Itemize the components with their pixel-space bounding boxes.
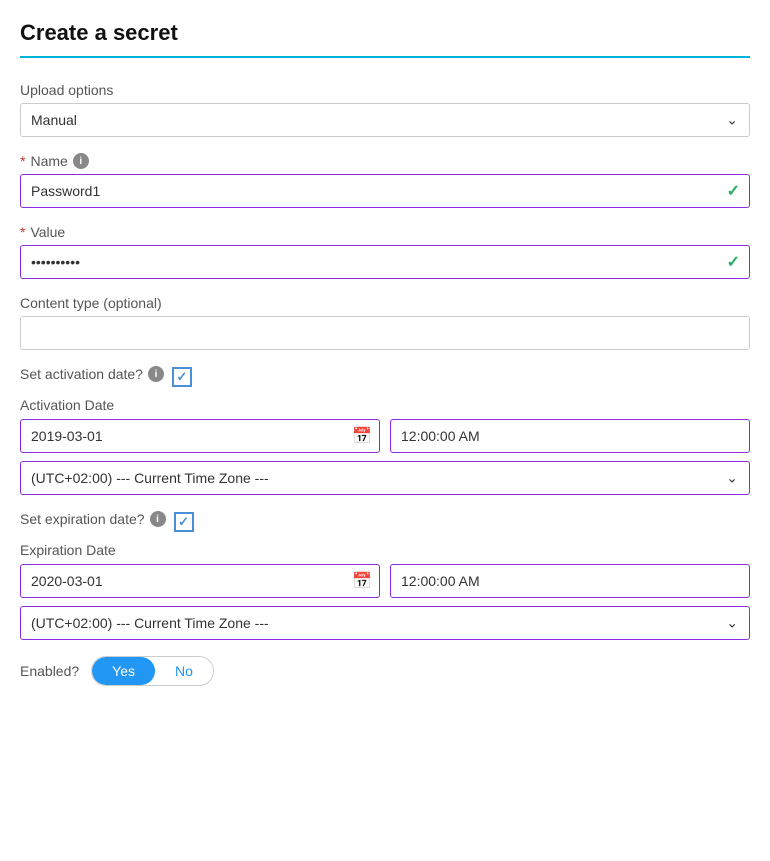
name-field-group: * Name i ✓ — [20, 153, 750, 208]
upload-options-select[interactable]: Manual Azure DevOps From file — [20, 103, 750, 137]
activation-section-label: Activation Date — [20, 397, 750, 413]
name-info-icon[interactable]: i — [73, 153, 89, 169]
value-field-label: * Value — [20, 224, 750, 240]
expiration-info-icon[interactable]: i — [150, 511, 166, 527]
enabled-label: Enabled? — [20, 663, 79, 679]
name-field-label: * Name i — [20, 153, 750, 169]
expiration-checkbox-label: Set expiration date? i — [20, 511, 166, 527]
value-label-text: Value — [30, 224, 65, 240]
expiration-timezone-select[interactable]: (UTC+02:00) --- Current Time Zone --- — [20, 606, 750, 640]
create-secret-form: Upload options Manual Azure DevOps From … — [20, 64, 750, 686]
expiration-date-input[interactable] — [20, 564, 380, 598]
name-label-text: Name — [30, 153, 67, 169]
activation-date-group: Set activation date? i Activation Date 📅… — [20, 366, 750, 495]
value-input[interactable] — [20, 245, 750, 279]
activation-time-input[interactable] — [390, 419, 750, 453]
expiration-timezone-wrapper: (UTC+02:00) --- Current Time Zone --- ⌄ — [20, 606, 750, 640]
value-valid-icon: ✓ — [727, 252, 740, 272]
expiration-section-label: Expiration Date — [20, 542, 750, 558]
enabled-row: Enabled? Yes No — [20, 656, 750, 686]
activation-date-row: 📅 — [20, 419, 750, 453]
value-required-star: * — [20, 224, 25, 240]
activation-date-checkbox[interactable] — [172, 367, 192, 387]
name-valid-icon: ✓ — [727, 181, 740, 201]
upload-options-select-wrapper: Manual Azure DevOps From file ⌄ — [20, 103, 750, 137]
expiration-date-checkbox[interactable] — [174, 512, 194, 532]
expiration-checkbox-row: Set expiration date? i — [20, 511, 750, 532]
expiration-label-text: Set expiration date? — [20, 511, 145, 527]
activation-timezone-select[interactable]: (UTC+02:00) --- Current Time Zone --- — [20, 461, 750, 495]
enabled-toggle-group: Yes No — [91, 656, 214, 686]
upload-options-label: Upload options — [20, 82, 750, 98]
expiration-date-input-wrapper: 📅 — [20, 564, 380, 598]
content-type-group: Content type (optional) — [20, 295, 750, 350]
expiration-date-group: Set expiration date? i Expiration Date 📅… — [20, 511, 750, 640]
content-type-input-wrapper — [20, 316, 750, 350]
name-required-star: * — [20, 153, 25, 169]
activation-checkbox-row: Set activation date? i — [20, 366, 750, 387]
expiration-time-input[interactable] — [390, 564, 750, 598]
activation-date-input-wrapper: 📅 — [20, 419, 380, 453]
name-input[interactable] — [20, 174, 750, 208]
activation-label-text: Set activation date? — [20, 366, 143, 382]
name-input-wrapper: ✓ — [20, 174, 750, 208]
page-title: Create a secret — [20, 20, 750, 58]
enabled-no-button[interactable]: No — [155, 657, 213, 685]
activation-date-input[interactable] — [20, 419, 380, 453]
upload-options-group: Upload options Manual Azure DevOps From … — [20, 82, 750, 137]
value-field-group: * Value ✓ — [20, 224, 750, 279]
activation-info-icon[interactable]: i — [148, 366, 164, 382]
enabled-yes-button[interactable]: Yes — [92, 657, 155, 685]
value-input-wrapper: ✓ — [20, 245, 750, 279]
activation-checkbox-label: Set activation date? i — [20, 366, 164, 382]
expiration-date-row: 📅 — [20, 564, 750, 598]
content-type-input[interactable] — [20, 316, 750, 350]
activation-timezone-wrapper: (UTC+02:00) --- Current Time Zone --- ⌄ — [20, 461, 750, 495]
content-type-label: Content type (optional) — [20, 295, 750, 311]
